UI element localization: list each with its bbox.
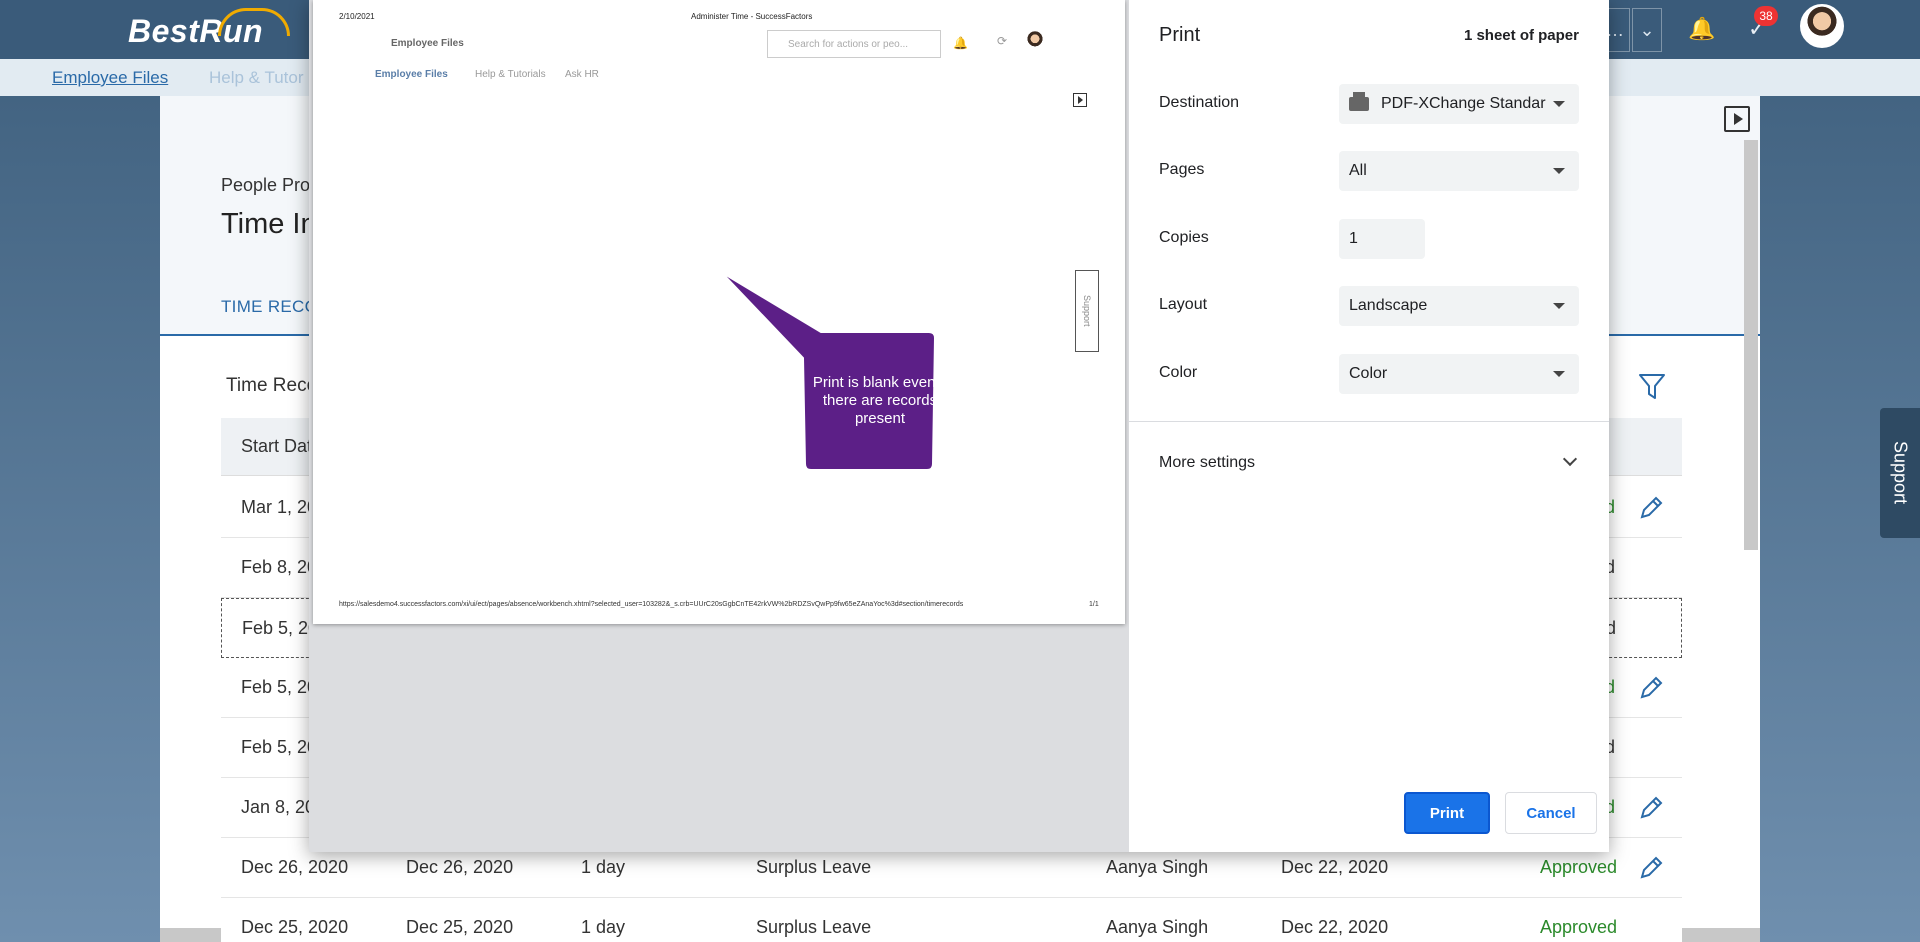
print-preview-page: 2/10/2021 Administer Time - SuccessFacto… <box>313 0 1125 624</box>
nav-help-tutorials[interactable]: Help & Tutor <box>209 68 304 88</box>
page-title: Time In <box>221 208 317 240</box>
cell-time-type: Surplus Leave <box>756 857 872 877</box>
cell-time-type: Surplus Leave <box>756 917 872 937</box>
cell-end-date: Dec 25, 2020 <box>406 917 514 937</box>
cell-employee: Aanya Singh <box>1106 917 1209 937</box>
nav-employee-files[interactable]: Employee Files <box>52 68 168 88</box>
preview-refresh-icon: ⟳ <box>997 34 1008 48</box>
pages-label: Pages <box>1159 161 1205 178</box>
print-button[interactable]: Print <box>1404 792 1490 834</box>
preview-page-number: 1/1 <box>1089 601 1099 608</box>
caret-down-icon <box>1553 168 1565 174</box>
preview-url-footer: https://salesdemo4.successfactors.com/xi… <box>339 601 964 608</box>
preview-date: 2/10/2021 <box>339 12 375 21</box>
destination-label: Destination <box>1159 94 1240 111</box>
logo-cloud-icon <box>218 8 290 36</box>
sheet-count: 1 sheet of paper <box>1463 27 1579 44</box>
tab-time-records[interactable]: TIME RECC <box>221 297 317 317</box>
chevron-down-icon[interactable] <box>1562 451 1578 467</box>
divider <box>1129 421 1609 422</box>
printer-icon <box>1349 92 1369 111</box>
cell-start-date: Feb 5, 20 <box>242 618 319 638</box>
avatar[interactable] <box>1800 4 1844 48</box>
copies-value: 1 <box>1349 230 1358 247</box>
play-icon[interactable] <box>1724 106 1750 132</box>
caret-down-icon <box>1553 371 1565 377</box>
cell-start-date: Dec 26, 2020 <box>241 857 349 877</box>
edit-pencil-icon[interactable] <box>1637 494 1665 522</box>
preview-nav-employee-files: Employee Files <box>375 69 448 80</box>
preview-support-tab: Support <box>1075 270 1099 352</box>
copies-input[interactable]: 1 <box>1339 219 1425 259</box>
table-row[interactable]: Dec 25, 2020 Dec 25, 2020 1 day Surplus … <box>221 898 1682 942</box>
print-title: Print <box>1159 24 1201 46</box>
notification-badge: 38 <box>1754 6 1778 26</box>
caret-down-icon <box>1553 303 1565 309</box>
status-badge: Approved <box>1540 917 1618 937</box>
section-title: Time Reco <box>226 375 318 396</box>
cell-requested-date: Dec 22, 2020 <box>1281 917 1389 937</box>
preview-employee-files: Employee Files <box>391 38 464 49</box>
layout-select[interactable]: Landscape <box>1339 286 1579 326</box>
vertical-scrollbar[interactable] <box>1744 140 1758 550</box>
color-value: Color <box>1349 365 1388 382</box>
preview-nav-help: Help & Tutorials <box>475 69 546 80</box>
print-dialog: 2/10/2021 Administer Time - SuccessFacto… <box>309 0 1609 852</box>
preview-play-icon <box>1073 93 1087 107</box>
caret-down-icon <box>1553 101 1565 107</box>
annotation-callout-text: Print is blank even if there are records… <box>812 374 948 427</box>
breadcrumb[interactable]: People Prof <box>221 175 315 196</box>
cell-start-date: Jan 8, 20 <box>241 797 316 817</box>
edit-pencil-icon[interactable] <box>1637 674 1665 702</box>
layout-label: Layout <box>1159 296 1208 313</box>
cell-start-date: Dec 25, 2020 <box>241 917 349 937</box>
cell-start-date: Mar 1, 20 <box>241 497 318 517</box>
color-select[interactable]: Color <box>1339 354 1579 394</box>
destination-select[interactable]: PDF-XChange Standar <box>1339 84 1579 124</box>
status-badge: Approved <box>1540 857 1618 877</box>
preview-bell-icon: 🔔 <box>953 36 968 50</box>
cell-start-date: Feb 5, 20 <box>241 737 318 757</box>
support-tab[interactable]: Support <box>1880 408 1920 538</box>
print-settings-pane: Print 1 sheet of paper Destination PDF-X… <box>1129 0 1609 852</box>
cell-duration: 1 day <box>581 917 626 937</box>
cell-employee: Aanya Singh <box>1106 857 1209 877</box>
cancel-button[interactable]: Cancel <box>1505 792 1597 834</box>
preview-avatar <box>1025 30 1045 52</box>
cell-start-date: Feb 5, 20 <box>241 677 318 697</box>
column-start-date[interactable]: Start Dat <box>241 436 312 457</box>
annotation-callout <box>721 272 937 471</box>
cell-requested-date: Dec 22, 2020 <box>1281 857 1389 877</box>
cell-duration: 1 day <box>581 857 626 877</box>
pages-select[interactable]: All <box>1339 151 1579 191</box>
pages-value: All <box>1349 162 1367 179</box>
more-settings-toggle[interactable]: More settings <box>1159 454 1255 472</box>
cell-end-date: Dec 26, 2020 <box>406 857 514 877</box>
bell-icon[interactable]: 🔔 <box>1688 16 1715 42</box>
print-preview-pane: 2/10/2021 Administer Time - SuccessFacto… <box>309 0 1129 852</box>
cell-start-date: Feb 8, 20 <box>241 557 318 577</box>
preview-search-placeholder: Search for actions or peo... <box>788 39 909 50</box>
destination-value: PDF-XChange Standar <box>1381 95 1546 112</box>
edit-pencil-icon[interactable] <box>1637 794 1665 822</box>
color-label: Color <box>1159 364 1198 381</box>
edit-pencil-icon[interactable] <box>1637 854 1665 882</box>
chevron-down-icon[interactable]: ⌄ <box>1632 8 1662 52</box>
preview-nav-ask-hr: Ask HR <box>565 69 599 80</box>
bestrun-logo[interactable]: BestRun <box>128 8 290 52</box>
preview-search-field: Search for actions or peo... <box>767 30 941 58</box>
preview-doc-title: Administer Time - SuccessFactors <box>691 12 813 21</box>
layout-value: Landscape <box>1349 297 1428 314</box>
copies-label: Copies <box>1159 229 1209 246</box>
filter-icon[interactable] <box>1638 372 1666 402</box>
